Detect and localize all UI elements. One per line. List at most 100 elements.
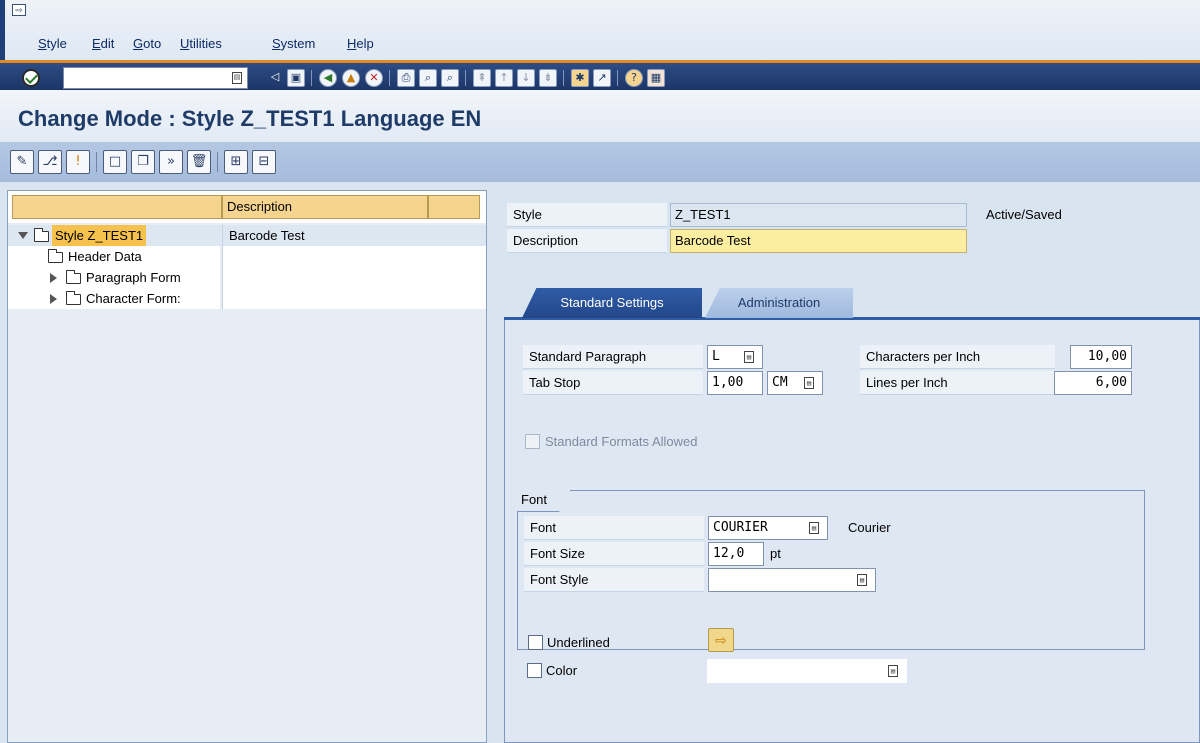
expand-all-icon[interactable]: ⊞ xyxy=(224,150,248,174)
color-field[interactable]: ▤ xyxy=(707,659,907,683)
menu-system[interactable]: System xyxy=(272,36,315,51)
print-icon[interactable]: ⎙ xyxy=(397,69,415,87)
tree-column-extra[interactable] xyxy=(428,195,480,219)
tab-stop-unit-field[interactable]: CM ▤ xyxy=(767,371,823,395)
lines-per-inch-field[interactable]: 6,00 xyxy=(1054,371,1132,395)
find-next-icon[interactable]: ⌕ xyxy=(441,69,459,87)
tab-administration[interactable]: Administration xyxy=(705,288,853,318)
toolbar-separator xyxy=(563,70,564,86)
delete-icon[interactable]: 🗑 xyxy=(187,150,211,174)
tree-node-label[interactable]: Character Form: xyxy=(86,288,220,309)
tree-column-name[interactable] xyxy=(12,195,222,219)
title-bar: Change Mode : Style Z_TEST1 Language EN xyxy=(0,90,1200,142)
folder-icon xyxy=(66,270,81,284)
activate-icon[interactable]: ! xyxy=(66,150,90,174)
font-label: Font xyxy=(524,516,704,540)
history-dropdown-icon[interactable]: ▤ xyxy=(232,72,242,84)
open-folder-icon xyxy=(34,228,49,242)
tree-row[interactable]: Header Data xyxy=(8,246,486,267)
tab-standard-settings[interactable]: Standard Settings xyxy=(522,288,702,318)
value-help-icon[interactable]: ▤ xyxy=(888,665,898,677)
value-help-icon[interactable]: ▤ xyxy=(809,522,819,534)
style-tree-panel: Description Style Z_TEST1 Barcode Test H… xyxy=(7,190,487,743)
font-group-title: Font xyxy=(517,490,571,512)
tree-node-description: Barcode Test xyxy=(222,225,486,246)
tree-row[interactable]: Paragraph Form xyxy=(8,267,486,288)
font-style-field[interactable]: ▤ xyxy=(708,568,876,592)
style-name-field: Z_TEST1 xyxy=(670,203,967,227)
description-field[interactable]: Barcode Test xyxy=(670,229,967,253)
exit-icon[interactable]: ▲ xyxy=(342,69,360,87)
next-page-icon[interactable]: ↓ xyxy=(517,69,535,87)
style-label: Style xyxy=(507,203,667,227)
tab-stop-field[interactable]: 1,00 xyxy=(707,371,763,395)
menu-style[interactable]: Style xyxy=(38,36,67,51)
previous-page-icon[interactable]: ↑ xyxy=(495,69,513,87)
enter-check-icon[interactable] xyxy=(22,69,40,87)
color-label: Color xyxy=(546,663,578,678)
underline-details-arrow-icon[interactable]: ⇨ xyxy=(708,628,734,652)
tree-node-label[interactable]: Style Z_TEST1 xyxy=(52,225,147,246)
other-object-icon[interactable]: ⎇ xyxy=(38,150,62,174)
save-icon[interactable]: ▣ xyxy=(287,69,305,87)
tree-column-description[interactable]: Description xyxy=(222,195,428,219)
toolbar-separator xyxy=(465,70,466,86)
collapse-all-icon[interactable]: ⊟ xyxy=(252,150,276,174)
underlined-checkbox[interactable] xyxy=(528,635,543,650)
copy-icon[interactable]: ❐ xyxy=(131,150,155,174)
system-menu-icon[interactable]: ⇨ xyxy=(12,4,26,16)
menu-help[interactable]: Help xyxy=(347,36,374,51)
value-help-icon[interactable]: ▤ xyxy=(744,351,754,363)
cancel-icon[interactable]: ✕ xyxy=(365,69,383,87)
value-help-icon[interactable]: ▤ xyxy=(804,377,814,389)
collapse-left-icon[interactable]: ◁ xyxy=(266,69,284,87)
collapse-node-icon[interactable] xyxy=(18,232,28,239)
tree-node-label[interactable]: Header Data xyxy=(68,246,142,267)
tree-node-description xyxy=(222,288,486,309)
tab-content: Standard Paragraph L ▤ Characters per In… xyxy=(504,320,1200,743)
characters-per-inch-field[interactable]: 10,00 xyxy=(1070,345,1132,369)
menu-goto[interactable]: Goto xyxy=(133,36,161,51)
color-checkbox[interactable] xyxy=(527,663,542,678)
standard-formats-label: Standard Formats Allowed xyxy=(545,434,698,449)
standard-paragraph-label: Standard Paragraph xyxy=(523,345,703,369)
toolbar-separator xyxy=(389,70,390,86)
help-icon[interactable]: ? xyxy=(625,69,643,87)
transport-icon[interactable]: » xyxy=(159,150,183,174)
layout-menu-icon[interactable]: ▦ xyxy=(647,69,665,87)
first-page-icon[interactable]: ⇞ xyxy=(473,69,491,87)
menu-edit[interactable]: Edit xyxy=(92,36,114,51)
tree-row[interactable]: Style Z_TEST1 Barcode Test xyxy=(8,225,486,246)
last-page-icon[interactable]: ⇟ xyxy=(539,69,557,87)
back-icon[interactable]: ◀ xyxy=(319,69,337,87)
tree-node-description xyxy=(222,267,486,288)
display-change-icon[interactable]: ✎ xyxy=(10,150,34,174)
window-accent-bar xyxy=(0,0,5,60)
font-field[interactable]: COURIER ▤ xyxy=(708,516,828,540)
command-field[interactable]: ▤ xyxy=(63,67,248,89)
tree-node-label[interactable]: Paragraph Form xyxy=(86,267,220,288)
expand-node-icon[interactable] xyxy=(50,294,57,304)
value-help-icon[interactable]: ▤ xyxy=(857,574,867,586)
command-input[interactable] xyxy=(64,68,224,86)
page-title: Change Mode : Style Z_TEST1 Language EN xyxy=(18,106,482,131)
characters-per-inch-label: Characters per Inch xyxy=(860,345,1055,369)
create-icon[interactable]: □ xyxy=(103,150,127,174)
standard-toolbar: ▤ ◁ ▣ ◀ ▲ ✕ ⎙ ⌕ ⌕ ⇞ ↑ ↓ ⇟ ✱ ↗ ? ▦ xyxy=(0,60,1200,90)
tree-row[interactable]: Character Form: xyxy=(8,288,486,309)
create-session-icon[interactable]: ✱ xyxy=(571,69,589,87)
find-icon[interactable]: ⌕ xyxy=(419,69,437,87)
tree-node-description xyxy=(222,246,486,267)
style-detail-panel: Style Z_TEST1 Active/Saved Description B… xyxy=(497,190,1200,743)
status-text: Active/Saved xyxy=(986,207,1062,222)
font-size-field[interactable]: 12,0 xyxy=(708,542,764,566)
menu-utilities[interactable]: Utilities xyxy=(180,36,222,51)
expand-node-icon[interactable] xyxy=(50,273,57,283)
tree-header: Description xyxy=(8,191,486,223)
folder-icon xyxy=(48,249,63,263)
tab-stop-label: Tab Stop xyxy=(523,371,703,395)
font-size-label: Font Size xyxy=(524,542,704,566)
description-label: Description xyxy=(507,229,667,253)
create-shortcut-icon[interactable]: ↗ xyxy=(593,69,611,87)
standard-paragraph-field[interactable]: L ▤ xyxy=(707,345,763,369)
